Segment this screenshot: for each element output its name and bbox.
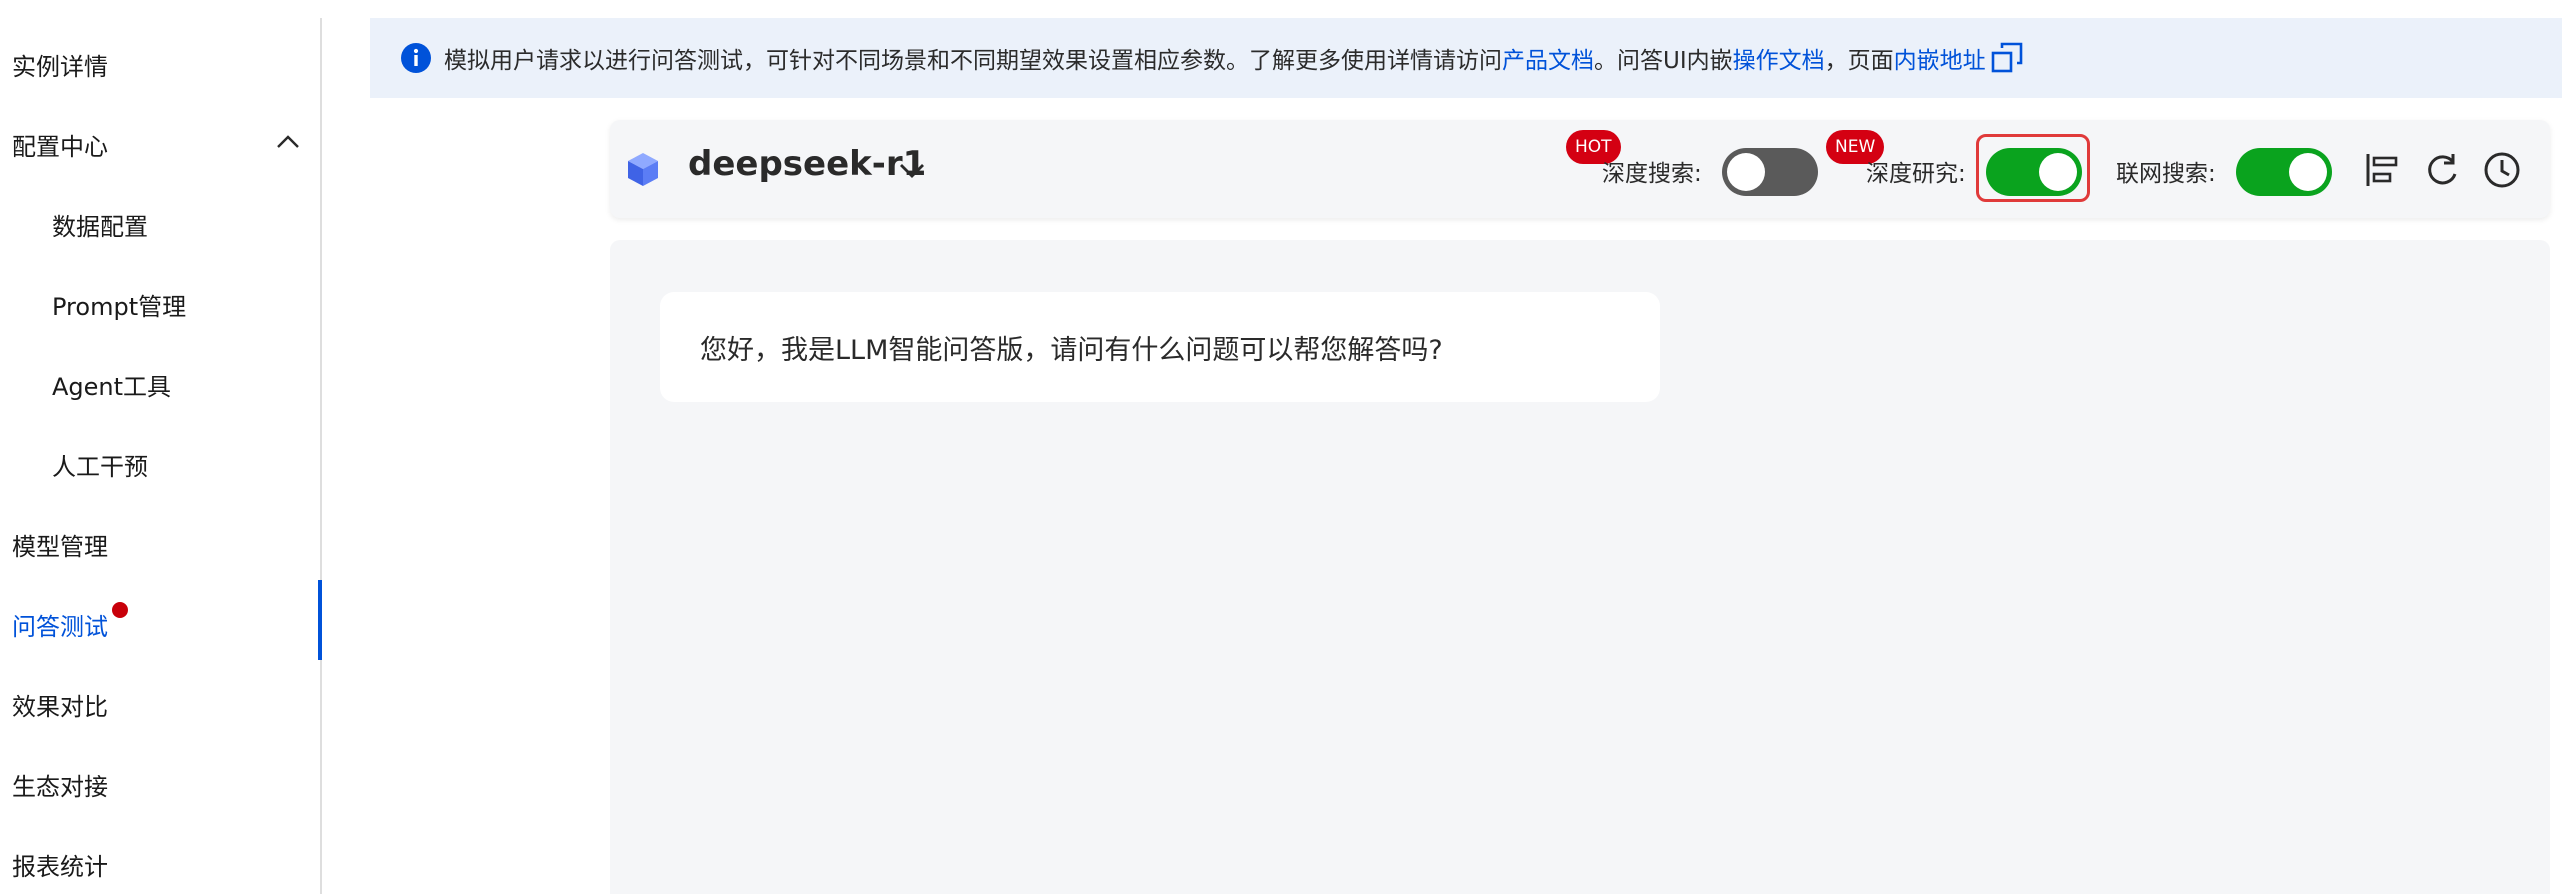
web-search-toggle[interactable] bbox=[2236, 148, 2332, 196]
deep-search-label: 深度搜索: bbox=[1602, 161, 1702, 187]
sidebar-item-label: 实例详情 bbox=[12, 52, 108, 81]
operation-doc-link[interactable]: 操作文档 bbox=[1733, 41, 1825, 75]
active-indicator bbox=[318, 580, 322, 660]
deep-research-toggle[interactable] bbox=[1986, 148, 2082, 196]
model-name[interactable]: deepseek-r1 bbox=[688, 144, 926, 184]
sidebar-item-label: Prompt管理 bbox=[52, 292, 187, 321]
notification-dot bbox=[112, 602, 128, 618]
embed-url-link[interactable]: 内嵌地址 bbox=[1894, 41, 1986, 75]
sidebar-item-config-center[interactable]: 配置中心 bbox=[12, 114, 108, 174]
toggle-knob bbox=[2039, 153, 2077, 191]
banner-text-start: 模拟用户请求以进行问答测试，可针对不同场景和不同期望效果设置相应参数。了解更多使… bbox=[444, 48, 1502, 74]
sidebar-item-label: 配置中心 bbox=[12, 132, 108, 161]
model-toolbar: deepseek-r1 HOT 深度搜索: NEW 深度研究: 联网搜索: bbox=[610, 120, 2550, 218]
sidebar-item-label: 问答测试 bbox=[12, 612, 108, 641]
toggle-knob bbox=[2289, 153, 2327, 191]
cube-icon bbox=[628, 153, 658, 186]
align-left-icon[interactable] bbox=[2362, 150, 2402, 190]
sidebar-item-label: 生态对接 bbox=[12, 772, 108, 801]
assistant-message-bubble: 您好，我是LLM智能问答版，请问有什么问题可以帮您解答吗? bbox=[660, 292, 1660, 402]
chevron-down-icon[interactable] bbox=[896, 154, 928, 186]
toggle-knob bbox=[1727, 153, 1765, 191]
sidebar-item-model-management[interactable]: 模型管理 bbox=[12, 514, 108, 574]
history-clock-icon[interactable] bbox=[2482, 150, 2522, 190]
assistant-greeting: 您好，我是LLM智能问答版，请问有什么问题可以帮您解答吗? bbox=[700, 334, 1443, 366]
sidebar-item-label: 数据配置 bbox=[52, 212, 148, 241]
sidebar-item-qa-test[interactable]: 问答测试 bbox=[12, 594, 108, 654]
web-search-label: 联网搜索: bbox=[2116, 161, 2216, 187]
banner-text-sep: ，页面 bbox=[1824, 48, 1894, 74]
chevron-up-icon[interactable] bbox=[274, 128, 302, 156]
banner-text-mid: 。问答UI内嵌 bbox=[1594, 48, 1733, 74]
sidebar-item-label: 人工干预 bbox=[52, 452, 148, 481]
sidebar-item-label: 效果对比 bbox=[12, 692, 108, 721]
sidebar-divider bbox=[320, 18, 322, 894]
chat-area: 您好，我是LLM智能问答版，请问有什么问题可以帮您解答吗? bbox=[610, 240, 2550, 894]
sidebar-item-agent-tools[interactable]: Agent工具 bbox=[52, 354, 171, 414]
deep-research-label: 深度研究: bbox=[1866, 161, 1966, 187]
sidebar-item-data-config[interactable]: 数据配置 bbox=[52, 194, 148, 254]
info-banner: 模拟用户请求以进行问答测试，可针对不同场景和不同期望效果设置相应参数。了解更多使… bbox=[370, 18, 2562, 98]
sidebar-item-manual-intervention[interactable]: 人工干预 bbox=[52, 434, 148, 494]
sidebar-item-label: 模型管理 bbox=[12, 532, 108, 561]
banner-text: 模拟用户请求以进行问答测试，可针对不同场景和不同期望效果设置相应参数。了解更多使… bbox=[444, 41, 2024, 75]
info-icon bbox=[401, 43, 431, 73]
sidebar-item-label: Agent工具 bbox=[52, 372, 172, 401]
sidebar-item-effect-comparison[interactable]: 效果对比 bbox=[12, 674, 108, 734]
copy-link-icon[interactable] bbox=[1990, 41, 2024, 75]
sidebar: 实例详情 配置中心 数据配置 Prompt管理 Agent工具 人工干预 模型管… bbox=[0, 0, 320, 894]
product-doc-link[interactable]: 产品文档 bbox=[1502, 41, 1594, 75]
sidebar-item-prompt-management[interactable]: Prompt管理 bbox=[52, 274, 186, 334]
deep-search-toggle[interactable] bbox=[1722, 148, 1818, 196]
sidebar-item-reports[interactable]: 报表统计 bbox=[12, 834, 108, 894]
sidebar-item-label: 报表统计 bbox=[12, 852, 108, 881]
sidebar-item-ecosystem[interactable]: 生态对接 bbox=[12, 754, 108, 814]
sidebar-item-instance-details[interactable]: 实例详情 bbox=[12, 34, 108, 94]
refresh-icon[interactable] bbox=[2422, 150, 2462, 190]
